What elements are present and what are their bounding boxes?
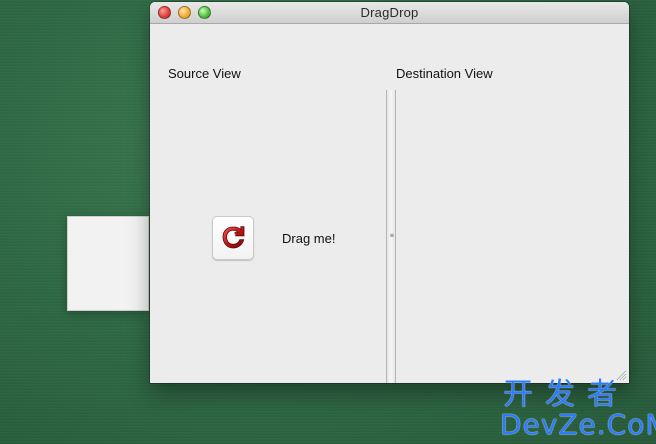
window-title: DragDrop (360, 5, 419, 20)
destination-view-label: Destination View (396, 66, 493, 81)
draggable-app-icon[interactable] (212, 216, 254, 260)
watermark-domain: DevZe.CoM (500, 408, 656, 441)
split-view-grip-icon (390, 233, 394, 237)
red-refresh-icon (222, 226, 245, 249)
window-titlebar[interactable]: DragDrop (150, 2, 629, 24)
watermark-chinese: 开发者 (503, 377, 629, 412)
drag-preview-ghost (67, 216, 149, 311)
dragdrop-window: DragDrop Source View Destination View Dr… (150, 2, 629, 383)
drag-me-label: Drag me! (282, 231, 336, 246)
source-view-label: Source View (168, 66, 241, 81)
split-view-divider[interactable] (386, 90, 396, 383)
site-watermark: 开发者 DevZe.CoM (497, 377, 656, 442)
window-content: Source View Destination View Drag me! (150, 24, 629, 383)
